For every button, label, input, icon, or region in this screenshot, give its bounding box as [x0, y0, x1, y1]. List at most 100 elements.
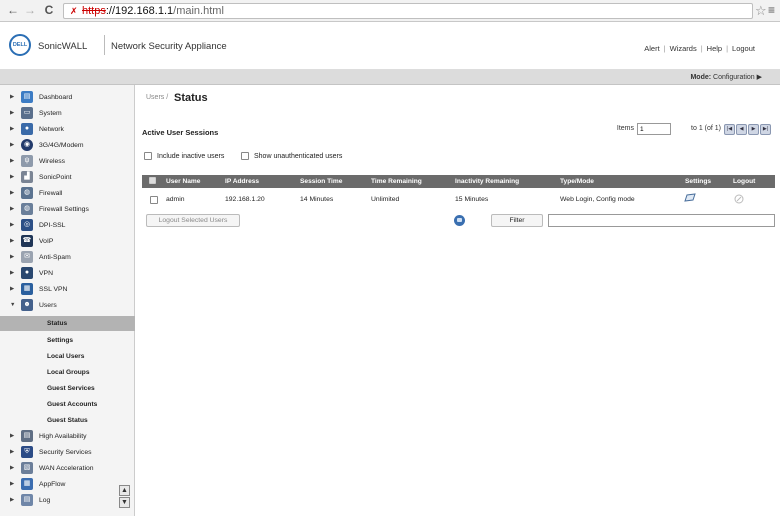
alert-link[interactable]: Alert: [644, 44, 659, 53]
page-title: Status: [174, 92, 208, 104]
first-page-icon[interactable]: |◀: [724, 124, 735, 135]
sidebar-item-network[interactable]: ▶ ● Network: [0, 122, 135, 138]
col-time-remaining[interactable]: Time Remaining: [371, 178, 422, 185]
logout-selected-users-button[interactable]: Logout Selected Users: [146, 214, 240, 227]
sidebar-subitem-local-users[interactable]: Local Users: [0, 349, 135, 364]
sonicpoint-icon: ▟: [21, 171, 33, 183]
sidebar-item-high-availability[interactable]: ▶ ▤ High Availability: [0, 429, 135, 445]
product-name: Network Security Appliance: [111, 41, 227, 52]
sidebar-item-dpi-ssl[interactable]: ▶ ◎ DPI-SSL: [0, 218, 135, 234]
prev-page-icon[interactable]: ◀: [736, 124, 747, 135]
section-title: Active User Sessions: [142, 128, 219, 137]
col-ip-address[interactable]: IP Address: [225, 178, 259, 185]
col-user-name[interactable]: User Name: [166, 178, 200, 185]
system-icon: ▭: [21, 107, 33, 119]
anti-spam-icon: ✉: [21, 251, 33, 263]
brand-name: SonicWALL: [38, 41, 88, 52]
dashboard-icon: ▤: [21, 91, 33, 103]
sidebar-item-vpn[interactable]: ▶ ● VPN: [0, 266, 135, 282]
edit-settings-icon[interactable]: [684, 193, 696, 205]
sidebar-subitem-status[interactable]: Status: [0, 316, 135, 331]
address-bar[interactable]: ✗ https://192.168.1.1/main.html: [63, 3, 753, 19]
network-icon: ●: [21, 123, 33, 135]
cell-time-remaining: Unlimited: [371, 196, 400, 203]
cell-type-mode: Web Login, Config mode: [560, 196, 635, 203]
pager-items-input[interactable]: [637, 123, 671, 135]
bookmark-star-icon[interactable]: ☆: [755, 3, 767, 19]
url-text: https://192.168.1.1/main.html: [82, 5, 224, 17]
wireless-icon: ψ: [21, 155, 33, 167]
filter-icon: [454, 215, 465, 226]
ssl-vpn-icon: ▦: [21, 283, 33, 295]
sidebar-item-system[interactable]: ▶ ▭ System: [0, 106, 135, 122]
sidebar-item-voip[interactable]: ▶ ☎ VoIP: [0, 234, 135, 250]
sidebar-item-users[interactable]: ▼ ☻ Users: [0, 298, 135, 314]
cell-session-time: 14 Minutes: [300, 196, 334, 203]
high-availability-icon: ▤: [21, 430, 33, 442]
sidebar-item-log[interactable]: ▶ ▤ Log: [0, 493, 135, 509]
sidebar-item-sonicpoint[interactable]: ▶ ▟ SonicPoint: [0, 170, 135, 186]
main-content: Users / Status Active User Sessions Item…: [136, 85, 780, 516]
include-inactive-checkbox[interactable]: [144, 152, 152, 160]
appflow-icon: ▦: [21, 478, 33, 490]
dell-logo: DELL: [9, 34, 31, 56]
pager-buttons: |◀ ◀ ▶ ▶|: [724, 124, 771, 135]
sidebar-item-firewall-settings[interactable]: ▶ ◍ Firewall Settings: [0, 202, 135, 218]
include-inactive-option[interactable]: Include inactive users: [144, 152, 224, 160]
col-settings: Settings: [685, 178, 712, 185]
sidebar-scroll-up-button[interactable]: ▲: [119, 485, 130, 496]
back-arrow-icon[interactable]: ←: [6, 3, 20, 17]
firewall-icon: ◍: [21, 187, 33, 199]
header-links: Alert | Wizards | Help | Logout: [644, 44, 755, 53]
logout-link[interactable]: Logout: [732, 44, 755, 53]
sidebar-item-wireless[interactable]: ▶ ψ Wireless: [0, 154, 135, 170]
sidebar-subitem-guest-accounts[interactable]: Guest Accounts: [0, 397, 135, 412]
sidebar-item-security-services[interactable]: ▶ ⛨ Security Services: [0, 445, 135, 461]
vpn-icon: ●: [21, 267, 33, 279]
pager-range-label: to 1 (of 1): [691, 125, 721, 132]
last-page-icon[interactable]: ▶|: [760, 124, 771, 135]
log-icon: ▤: [21, 494, 33, 506]
show-unauthenticated-option[interactable]: Show unauthenticated users: [241, 152, 342, 160]
forward-arrow-icon[interactable]: →: [23, 3, 37, 17]
pager-items-label: Items: [616, 125, 634, 132]
wizards-link[interactable]: Wizards: [670, 44, 697, 53]
sidebar-item-ssl-vpn[interactable]: ▶ ▦ SSL VPN: [0, 282, 135, 298]
mode-toggle[interactable]: Mode: Configuration ▶: [690, 73, 762, 81]
sidebar-item-appflow[interactable]: ▶ ▦ AppFlow: [0, 477, 135, 493]
pagination: Items to 1 (of 1) |◀ ◀ ▶ ▶|: [571, 123, 771, 137]
help-link[interactable]: Help: [707, 44, 722, 53]
sidebar-scroll-down-button[interactable]: ▼: [119, 497, 130, 508]
mode-bar: Mode: Configuration ▶: [0, 70, 780, 85]
reload-icon[interactable]: C: [42, 3, 56, 17]
sidebar-item-modem[interactable]: ▶ ◉ 3G/4G/Modem: [0, 138, 135, 154]
sidebar-item-dashboard[interactable]: ▶ ▤ Dashboard: [0, 90, 135, 106]
col-type-mode[interactable]: Type/Mode: [560, 178, 594, 185]
sidebar-item-wan-acceleration[interactable]: ▶ ▧ WAN Acceleration: [0, 461, 135, 477]
select-all-checkbox[interactable]: [149, 177, 156, 184]
col-session-time[interactable]: Session Time: [300, 178, 342, 185]
breadcrumb[interactable]: Users /: [146, 94, 168, 101]
filter-input[interactable]: [548, 214, 775, 227]
sidebar-subitem-guest-status[interactable]: Guest Status: [0, 413, 135, 428]
cell-inactivity-remaining: 15 Minutes: [455, 196, 489, 203]
sidebar-subitem-guest-services[interactable]: Guest Services: [0, 381, 135, 396]
insecure-lock-icon: ✗: [70, 6, 78, 16]
cell-ip-address: 192.168.1.20: [225, 196, 265, 203]
sidebar-item-anti-spam[interactable]: ▶ ✉ Anti-Spam: [0, 250, 135, 266]
app-header: DELL SonicWALL Network Security Applianc…: [0, 22, 780, 70]
browser-menu-icon[interactable]: ≡: [768, 3, 775, 17]
show-unauthenticated-checkbox[interactable]: [241, 152, 249, 160]
col-inactivity-remaining[interactable]: Inactivity Remaining: [455, 178, 519, 185]
voip-icon: ☎: [21, 235, 33, 247]
row-select-checkbox[interactable]: [150, 196, 158, 204]
sidebar: ▶ ▤ Dashboard ▶ ▭ System ▶ ● Network ▶ ◉ 3G/4G/M…: [0, 85, 135, 516]
browser-toolbar: ← → C ✗ https://192.168.1.1/main.html ☆ …: [0, 0, 780, 22]
sidebar-item-firewall[interactable]: ▶ ◍ Firewall: [0, 186, 135, 202]
dpi-ssl-icon: ◎: [21, 219, 33, 231]
sidebar-subitem-settings[interactable]: Settings: [0, 333, 135, 348]
next-page-icon[interactable]: ▶: [748, 124, 759, 135]
filter-button[interactable]: Filter: [491, 214, 543, 227]
logout-disabled-icon[interactable]: [734, 194, 744, 206]
sidebar-subitem-local-groups[interactable]: Local Groups: [0, 365, 135, 380]
